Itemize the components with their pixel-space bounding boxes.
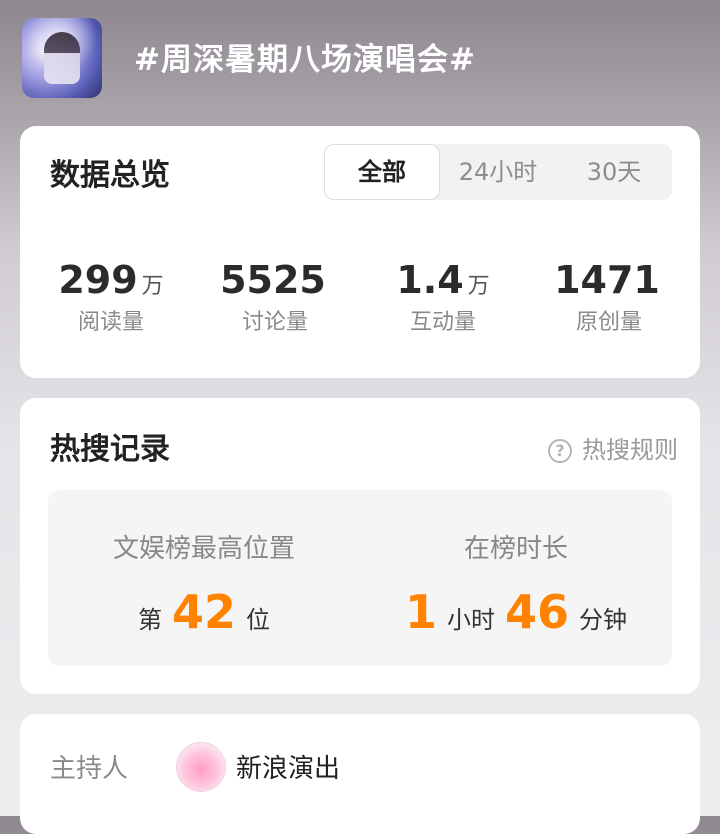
minutes-value: 46 <box>505 585 570 639</box>
time-on-list-value-row: 1 小时 46 分钟 <box>360 585 672 639</box>
stat-interactions: 1.4 万 互动量 <box>358 258 528 336</box>
stat-label: 阅读量 <box>77 310 144 335</box>
tab-30d[interactable]: 30天 <box>556 144 672 200</box>
stat-unit: 万 <box>467 274 490 299</box>
stat-unit: 万 <box>141 274 164 299</box>
tab-24h[interactable]: 24小时 <box>440 144 556 200</box>
stat-value: 5525 <box>220 258 326 302</box>
best-rank-value-row: 第 42 位 <box>48 585 360 639</box>
topic-cover-image[interactable] <box>22 18 102 98</box>
overview-title: 数据总览 <box>50 158 170 193</box>
rank-value: 42 <box>171 585 236 639</box>
minutes-unit: 分钟 <box>579 606 628 634</box>
tab-all[interactable]: 全部 <box>324 144 440 200</box>
hot-search-rules-link[interactable]: ? 热搜规则 <box>548 430 678 465</box>
stat-label: 原创量 <box>575 310 642 335</box>
stat-label: 讨论量 <box>241 310 308 335</box>
host-label: 主持人 <box>50 754 129 784</box>
hot-search-panel: 文娱榜最高位置 第 42 位 在榜时长 1 小时 46 分钟 <box>48 490 672 666</box>
question-circle-icon: ? <box>548 439 572 463</box>
rank-prefix: 第 <box>137 606 162 634</box>
host-card: 主持人 新浪演出 <box>20 714 700 834</box>
topic-header: #周深暑期八场演唱会# <box>0 0 720 120</box>
hot-search-title: 热搜记录 <box>50 432 170 467</box>
stat-originals: 1471 原创量 <box>524 258 694 336</box>
host-name[interactable]: 新浪演出 <box>236 748 340 785</box>
stat-reads: 299 万 阅读量 <box>26 258 196 336</box>
topic-title: #周深暑期八场演唱会# <box>134 42 476 78</box>
time-on-list-heading: 在榜时长 <box>463 534 568 564</box>
best-rank-heading: 文娱榜最高位置 <box>112 534 295 564</box>
hours-value: 1 <box>404 585 437 639</box>
rank-suffix: 位 <box>246 606 270 634</box>
host-avatar[interactable] <box>176 742 226 792</box>
hot-search-card: 热搜记录 ? 热搜规则 文娱榜最高位置 第 42 位 在榜时长 1 小时 46 分钟 <box>20 398 700 694</box>
rules-label: 热搜规则 <box>582 436 678 464</box>
hours-unit: 小时 <box>447 606 495 634</box>
stat-value: 299 <box>58 258 138 302</box>
overview-card: 数据总览 全部 24小时 30天 299 万 阅读量 5525 讨论量 1.4 万 … <box>20 126 700 378</box>
cover-figure <box>44 32 80 84</box>
time-on-list: 在榜时长 1 小时 46 分钟 <box>360 528 672 639</box>
stat-value: 1.4 <box>396 258 464 302</box>
time-range-selector: 全部 24小时 30天 <box>324 144 672 200</box>
stat-value: 1471 <box>554 258 660 302</box>
best-rank: 文娱榜最高位置 第 42 位 <box>48 528 360 639</box>
stat-discussions: 5525 讨论量 <box>190 258 360 336</box>
stat-label: 互动量 <box>409 310 476 335</box>
